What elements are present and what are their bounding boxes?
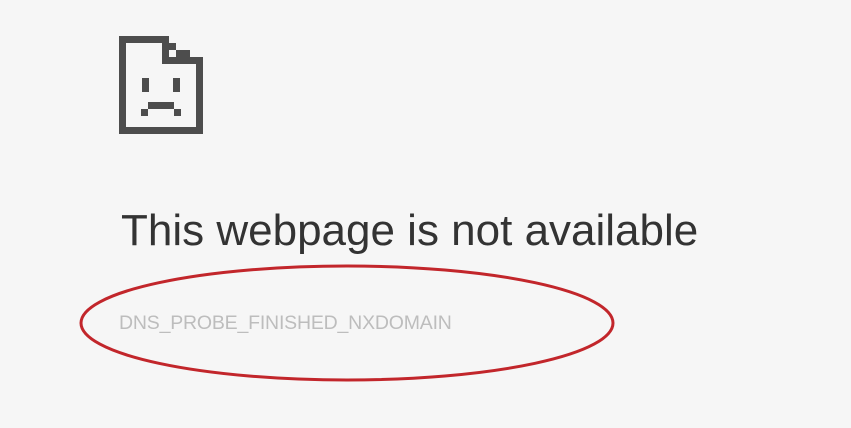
error-title: This webpage is not available	[121, 206, 699, 255]
error-page: This webpage is not available DNS_PROBE_…	[0, 0, 851, 428]
error-code: DNS_PROBE_FINISHED_NXDOMAIN	[119, 312, 452, 334]
sad-page-icon	[119, 36, 203, 134]
